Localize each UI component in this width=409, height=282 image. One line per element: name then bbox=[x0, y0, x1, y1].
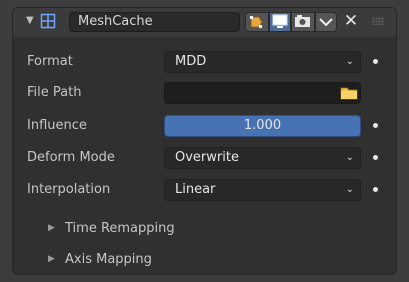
time-remapping-subpanel[interactable]: ▶ Time Remapping bbox=[13, 219, 396, 241]
keyframe-dot-icon[interactable] bbox=[373, 59, 378, 64]
file-path-label: File Path bbox=[27, 85, 82, 100]
chevron-down-icon: ⌄ bbox=[345, 184, 354, 195]
keyframe-dot-icon[interactable] bbox=[373, 187, 378, 192]
edit-mode-button[interactable] bbox=[245, 12, 269, 32]
mesh-cache-icon bbox=[40, 13, 56, 29]
folder-icon[interactable] bbox=[339, 85, 359, 101]
time-remapping-label: Time Remapping bbox=[65, 221, 175, 236]
realtime-display-icon bbox=[272, 14, 288, 28]
modifier-menu-button[interactable] bbox=[315, 12, 337, 32]
format-value: MDD bbox=[175, 54, 207, 69]
deform-mode-dropdown[interactable]: Overwrite ⌄ bbox=[164, 147, 361, 169]
axis-mapping-subpanel[interactable]: ▶ Axis Mapping bbox=[13, 250, 396, 272]
keyframe-dot-icon[interactable] bbox=[373, 155, 378, 160]
influence-row: Influence 1.000 bbox=[13, 115, 396, 137]
deform-mode-row: Deform Mode Overwrite ⌄ bbox=[13, 147, 396, 169]
file-path-row: File Path bbox=[13, 82, 396, 104]
render-icon bbox=[295, 15, 310, 27]
deform-mode-label: Deform Mode bbox=[27, 150, 115, 165]
modifier-menu-chevron-icon bbox=[319, 18, 333, 27]
format-dropdown[interactable]: MDD ⌄ bbox=[164, 51, 361, 73]
interpolation-row: Interpolation Linear ⌄ bbox=[13, 179, 396, 201]
expand-arrow-icon: ▶ bbox=[48, 223, 55, 233]
edit-mode-icon bbox=[250, 16, 263, 28]
interpolation-value: Linear bbox=[175, 182, 216, 197]
interpolation-dropdown[interactable]: Linear ⌄ bbox=[164, 179, 361, 201]
modifier-name-field[interactable]: MeshCache bbox=[69, 12, 240, 32]
expand-arrow-icon: ▶ bbox=[48, 254, 55, 264]
modifier-header: ▼ MeshCache ✕ bbox=[13, 8, 396, 37]
influence-value: 1.000 bbox=[243, 118, 282, 133]
influence-slider[interactable]: 1.000 bbox=[164, 115, 361, 137]
modifier-panel: ▼ MeshCache ✕ Format MDD ⌄ File Path Inf… bbox=[13, 8, 396, 274]
deform-mode-value: Overwrite bbox=[175, 150, 239, 165]
chevron-down-icon: ⌄ bbox=[345, 152, 354, 163]
render-button[interactable] bbox=[291, 12, 315, 32]
close-icon[interactable]: ✕ bbox=[343, 12, 359, 30]
modifier-name-text: MeshCache bbox=[78, 14, 153, 29]
format-row: Format MDD ⌄ bbox=[13, 51, 396, 73]
chevron-down-icon: ⌄ bbox=[345, 56, 354, 67]
realtime-display-button[interactable] bbox=[269, 12, 291, 32]
file-path-input[interactable] bbox=[164, 82, 361, 104]
format-label: Format bbox=[27, 54, 73, 69]
axis-mapping-label: Axis Mapping bbox=[65, 252, 152, 267]
influence-label: Influence bbox=[27, 118, 87, 133]
interpolation-label: Interpolation bbox=[27, 182, 111, 197]
keyframe-dot-icon[interactable] bbox=[373, 123, 378, 128]
drag-handle-icon[interactable] bbox=[372, 17, 384, 25]
collapse-arrow-icon[interactable]: ▼ bbox=[26, 15, 34, 26]
